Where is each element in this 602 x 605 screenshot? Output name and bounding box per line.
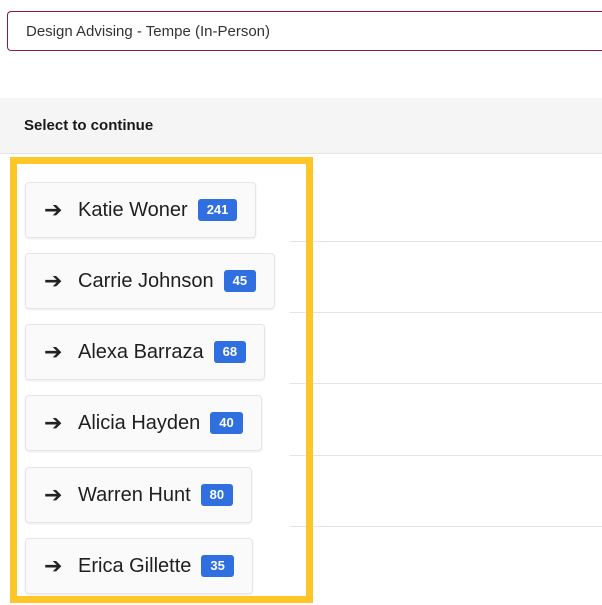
advisor-button-alexa-barraza[interactable]: ➔ Alexa Barraza 68 [25, 324, 266, 380]
service-select[interactable]: Design Advising - Tempe (In-Person) [7, 11, 602, 51]
appointment-count-badge: 241 [197, 199, 238, 221]
arrow-right-icon: ➔ [44, 410, 63, 435]
row-divider [290, 383, 602, 384]
appointment-count-badge: 80 [200, 484, 234, 506]
appointment-count-badge: 68 [213, 341, 247, 363]
row-divider [290, 241, 602, 242]
appointment-count-badge: 40 [210, 412, 243, 434]
appointment-count-badge: 35 [201, 555, 234, 577]
arrow-right-icon: ➔ [44, 197, 63, 222]
appointment-count-badge: 45 [223, 270, 257, 292]
advisor-button-erica-gillette[interactable]: ➔ Erica Gillette 35 [25, 538, 253, 594]
advisor-name: Alicia Hayden [78, 411, 201, 434]
arrow-right-icon: ➔ [44, 553, 63, 578]
panel-heading: Select to continue [24, 117, 154, 134]
advisor-button-warren-hunt[interactable]: ➔ Warren Hunt 80 [25, 467, 253, 523]
arrow-right-icon: ➔ [44, 339, 63, 364]
advisor-name: Carrie Johnson [78, 269, 214, 292]
advisor-name: Alexa Barraza [78, 340, 204, 363]
advisor-button-alicia-hayden[interactable]: ➔ Alicia Hayden 40 [25, 395, 262, 451]
advisor-name: Warren Hunt [78, 483, 191, 506]
row-divider [290, 455, 602, 456]
row-divider [290, 312, 602, 313]
row-divider [290, 526, 602, 527]
arrow-right-icon: ➔ [44, 482, 63, 507]
panel-header: Select to continue [0, 98, 602, 154]
advisor-name: Katie Woner [78, 198, 188, 221]
service-select-value: Design Advising - Tempe (In-Person) [26, 22, 270, 40]
arrow-right-icon: ➔ [44, 268, 63, 293]
advisor-name: Erica Gillette [78, 554, 192, 577]
advisor-button-katie-woner[interactable]: ➔ Katie Woner 241 [25, 182, 257, 238]
advisor-button-carrie-johnson[interactable]: ➔ Carrie Johnson 45 [25, 253, 276, 309]
